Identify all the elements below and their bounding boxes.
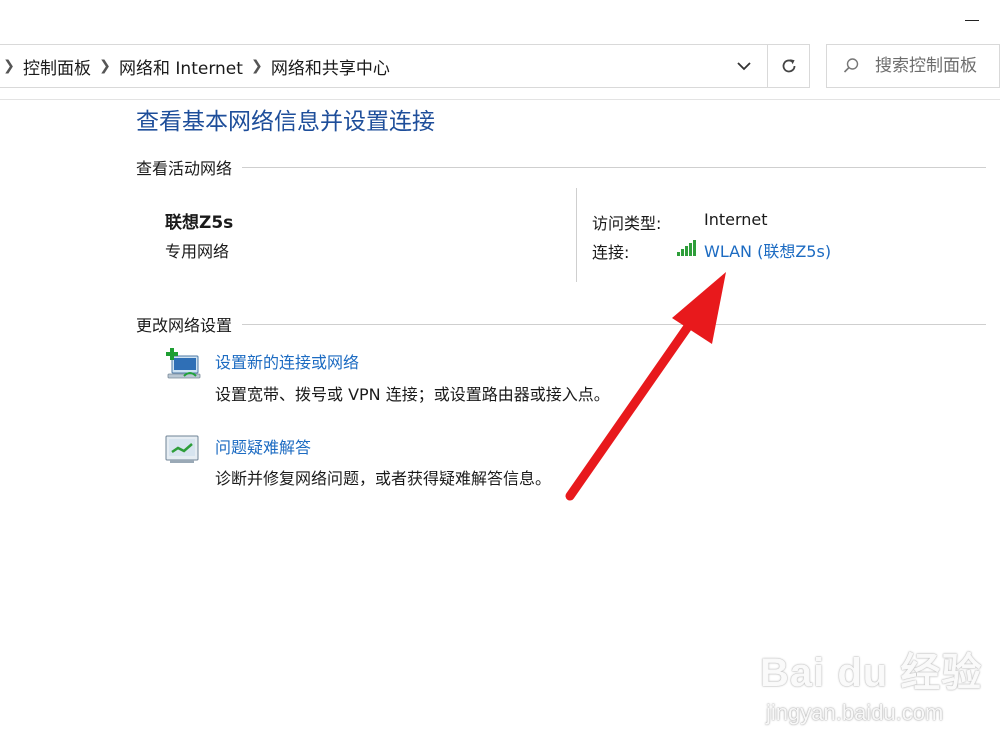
breadcrumb: ❯ 控制面板 ❯ 网络和 Internet ❯ 网络和共享中心 [0,45,394,87]
section-active-networks: 查看活动网络 [136,155,986,179]
chevron-right-icon[interactable]: ❯ [0,58,19,74]
refresh-button[interactable] [767,45,809,87]
section-divider [242,166,986,168]
setup-new-connection-description: 设置宽带、拨号或 VPN 连接；或设置路由器或接入点。 [215,385,610,404]
troubleshoot-icon [165,435,199,463]
wlan-connection-link[interactable]: WLAN (联想Z5s) [704,238,831,262]
watermark-domain: jingyan.baidu.com [766,700,944,725]
network-category: 专用网络 [165,242,230,261]
wifi-signal-icon [677,240,696,256]
title-bar [0,0,1000,44]
watermark-brand: Bai du 经验 [760,651,983,695]
section-header-label: 查看活动网络 [136,159,233,178]
network-sharing-center-window: ❯ 控制面板 ❯ 网络和 Internet ❯ 网络和共享中心 搜索控制面板 查… [0,0,1000,750]
header-divider [0,99,1000,100]
search-icon [827,57,875,75]
refresh-icon [782,59,795,73]
vertical-divider [576,188,577,282]
breadcrumb-network-internet[interactable]: 网络和 Internet [115,54,247,79]
troubleshoot-description: 诊断并修复网络问题，或者获得疑难解答信息。 [215,469,552,488]
network-name: 联想Z5s [165,213,234,233]
page-title: 查看基本网络信息并设置连接 [136,109,435,135]
search-box[interactable] [826,44,1000,88]
access-type-label: 访问类型: [592,214,662,233]
setup-new-connection-link[interactable]: 设置新的连接或网络 [215,349,359,373]
chevron-down-icon [737,62,751,71]
minimize-button[interactable] [944,0,1000,40]
address-history-dropdown[interactable] [723,45,765,87]
baidu-jingyan-watermark: Bai du 经验 jingyan.baidu.com [760,640,996,740]
address-bar[interactable]: ❯ 控制面板 ❯ 网络和 Internet ❯ 网络和共享中心 [0,44,810,88]
connection-label: 连接: [592,243,630,262]
access-type-value: Internet [704,210,768,229]
breadcrumb-control-panel[interactable]: 控制面板 [19,54,95,79]
chevron-right-icon[interactable]: ❯ [95,58,115,74]
troubleshoot-link[interactable]: 问题疑难解答 [215,434,311,458]
minimize-icon [965,19,979,21]
section-header-label: 更改网络设置 [136,316,233,335]
section-divider [242,323,986,325]
search-input[interactable] [875,56,993,76]
chevron-right-icon[interactable]: ❯ [247,58,267,74]
new-connection-icon [166,348,201,379]
section-change-settings: 更改网络设置 [136,312,986,336]
breadcrumb-network-sharing-center[interactable]: 网络和共享中心 [267,54,394,79]
